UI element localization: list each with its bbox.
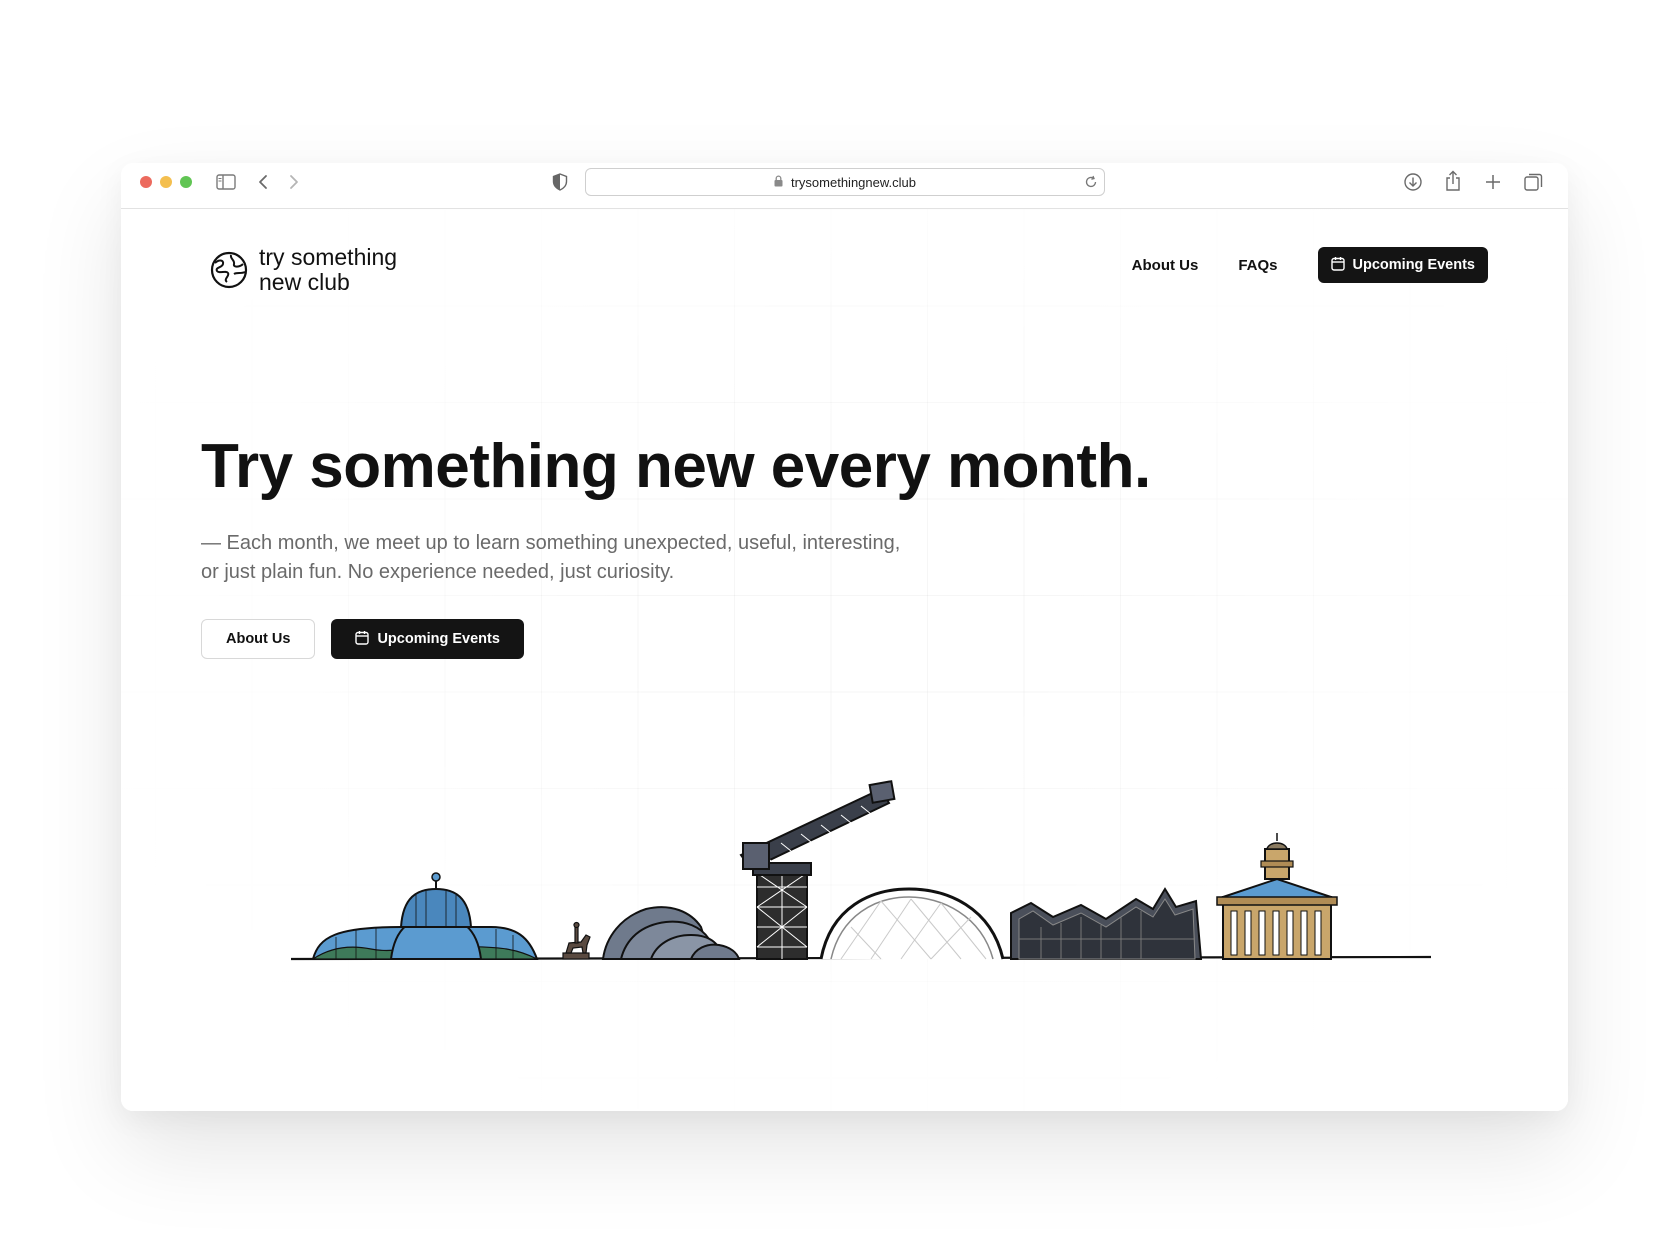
hero-upcoming-events-label: Upcoming Events (377, 631, 500, 647)
sidebar-toggle-icon[interactable] (215, 173, 237, 191)
main-nav: About Us FAQs Upcoming Events (1132, 247, 1488, 283)
address-bar[interactable]: trysomethingnew.club (585, 168, 1105, 196)
globe-logo-icon (210, 251, 248, 289)
hero-buttons: About Us Upcoming Events (201, 619, 524, 659)
downloads-icon[interactable] (1403, 172, 1423, 192)
hero-about-us-button[interactable]: About Us (201, 619, 316, 659)
calendar-icon (355, 630, 370, 649)
page-content: try something new club About Us FAQs Upc… (121, 209, 1568, 1111)
nav-upcoming-events-button[interactable]: Upcoming Events (1317, 247, 1488, 283)
hydro-arena-illustration (819, 887, 1005, 960)
nav-upcoming-events-label: Upcoming Events (1352, 257, 1475, 273)
equestrian-statue-illustration (562, 921, 591, 960)
hero-upcoming-events-button[interactable]: Upcoming Events (331, 619, 524, 659)
forward-arrow-icon[interactable] (287, 173, 301, 191)
logo-line-1: try something (259, 244, 398, 270)
museum-portico-illustration (1216, 833, 1338, 960)
share-icon[interactable] (1443, 170, 1463, 192)
zoom-window-button[interactable] (180, 176, 192, 188)
site-logo[interactable]: try something new club (209, 245, 397, 295)
calendar-icon (1330, 256, 1345, 275)
logo-text: try something new club (259, 245, 397, 295)
close-window-button[interactable] (140, 176, 152, 188)
glasgow-skyline-illustration (291, 780, 1431, 961)
new-tab-plus-icon[interactable] (1483, 172, 1503, 192)
back-arrow-icon[interactable] (256, 173, 270, 191)
privacy-shield-icon[interactable] (551, 173, 569, 191)
armadillo-illustration (601, 906, 741, 960)
minimize-window-button[interactable] (160, 176, 172, 188)
hero-subtitle: — Each month, we meet up to learn someth… (201, 532, 901, 583)
url-text: trysomethingnew.club (790, 174, 916, 190)
riverside-museum-illustration (1010, 887, 1203, 960)
reload-icon[interactable] (1084, 175, 1098, 192)
browser-window: trysomethingnew.club try something new c… (121, 163, 1568, 1111)
lock-icon (774, 174, 783, 190)
logo-line-2: new club (259, 269, 350, 295)
glasshouse-illustration (311, 872, 539, 960)
browser-toolbar: trysomethingnew.club (121, 163, 1568, 209)
nav-about-us-link[interactable]: About Us (1132, 257, 1199, 274)
hero-title: Try something new every month. (201, 432, 1151, 501)
tab-overview-icon[interactable] (1523, 172, 1543, 192)
nav-faqs-link[interactable]: FAQs (1238, 257, 1277, 274)
